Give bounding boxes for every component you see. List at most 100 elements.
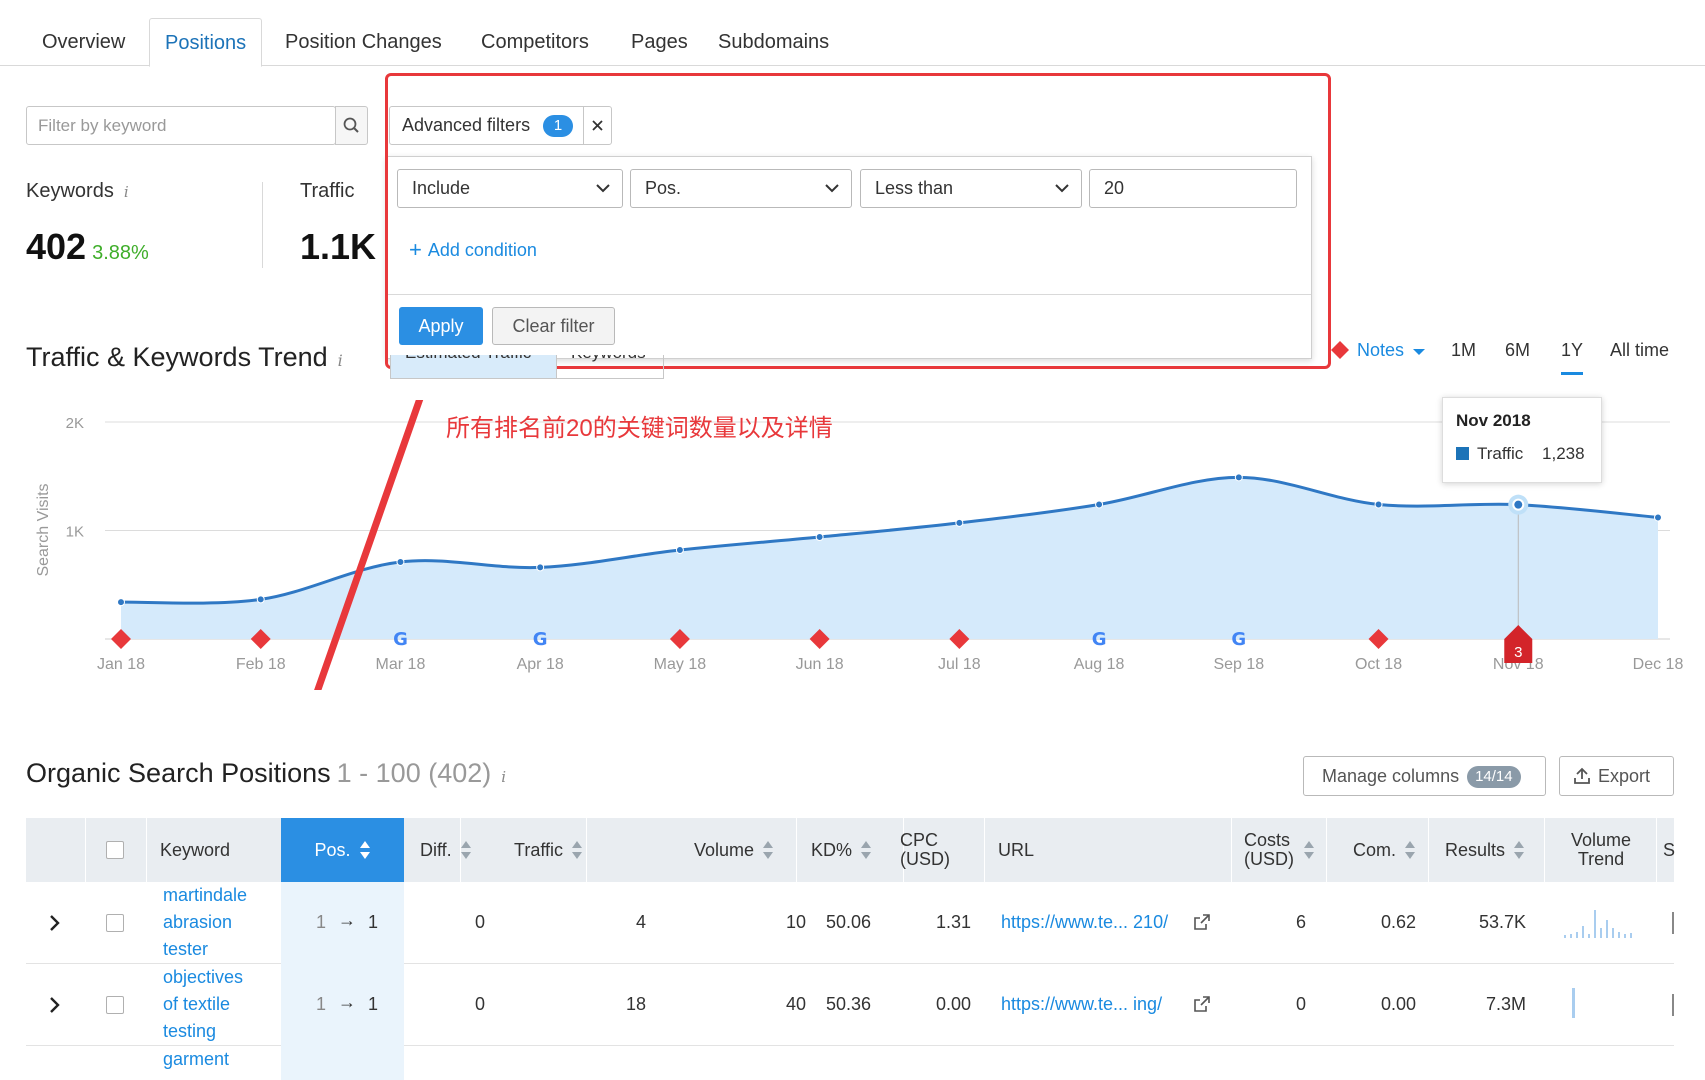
data-point: [815, 533, 824, 542]
tab-keywords[interactable]: Keywords: [571, 355, 646, 363]
keyword-line: martindale: [163, 885, 248, 905]
info-icon[interactable]: i: [124, 183, 129, 201]
traffic-label-text: Traffic: [300, 180, 355, 202]
external-link-icon[interactable]: [1194, 914, 1210, 930]
cpc-value: 0.00: [935, 994, 971, 1014]
trend-mini-tabs: Estimated Traffic Keywords: [390, 355, 664, 379]
column-results[interactable]: Results: [1445, 818, 1525, 882]
data-point: [675, 546, 684, 555]
data-point: [536, 563, 545, 572]
tab-competitors[interactable]: Competitors: [466, 18, 604, 66]
arrow-right-icon: →: [338, 910, 356, 930]
x-tick-label: Apr 18: [517, 656, 564, 673]
diff-value: 0: [475, 994, 486, 1014]
range-6m[interactable]: 6M: [1505, 340, 1530, 361]
table-header: Keyword Pos. Diff. Traffic Volume KD% CP…: [26, 818, 1675, 882]
sort-icon: [861, 841, 872, 859]
column-volume[interactable]: Volume: [694, 818, 774, 882]
keywords-label-text: Keywords: [26, 180, 114, 202]
com-value: 0.00: [1380, 994, 1416, 1014]
url-link[interactable]: https://www.te... 210/: [1001, 912, 1168, 933]
column-url[interactable]: URL: [998, 818, 1034, 882]
highlight-box: [385, 73, 1331, 369]
sort-icon: [1405, 841, 1416, 859]
x-tick-label: Oct 18: [1355, 656, 1402, 673]
tab-position-changes[interactable]: Position Changes: [270, 18, 457, 66]
manage-columns-count: 14/14: [1467, 766, 1521, 788]
com-value: 0.62: [1380, 912, 1416, 932]
search-button[interactable]: [335, 106, 368, 145]
external-link-icon[interactable]: [1194, 996, 1210, 1012]
keyword-link[interactable]: martindale abrasion tester: [163, 882, 273, 963]
chevron-right-icon[interactable]: [48, 996, 60, 1014]
info-icon[interactable]: i: [338, 351, 343, 370]
row-checkbox[interactable]: [106, 996, 124, 1014]
table-row[interactable]: objectives of textile testing 1 → 1 0 18…: [26, 964, 1674, 1046]
manage-columns-button[interactable]: Manage columns 14/14: [1303, 756, 1546, 796]
chevron-right-icon[interactable]: [48, 914, 60, 932]
organic-title-text: Organic Search Positions: [26, 758, 331, 788]
report-tabs: Overview Positions Position Changes Comp…: [0, 0, 1705, 67]
results-value: 7.3M: [1485, 994, 1526, 1014]
x-tick-label: Dec 18: [1633, 656, 1684, 673]
column-com[interactable]: Com.: [1353, 818, 1416, 882]
keyword-link[interactable]: objectives of textile testing: [163, 964, 273, 1045]
column-costs[interactable]: Costs (USD): [1244, 818, 1310, 882]
x-tick-label: May 18: [654, 656, 707, 673]
tab-positions[interactable]: Positions: [149, 18, 263, 67]
keyword-filter-input[interactable]: Filter by keyword: [26, 106, 336, 145]
keyword-line: objectives: [163, 967, 244, 987]
tab-estimated-traffic[interactable]: Estimated Traffic: [405, 355, 531, 363]
range-all-time[interactable]: All time: [1610, 340, 1669, 361]
column-serp-label: S: [1663, 839, 1676, 860]
keyword-link[interactable]: garment: [163, 1046, 273, 1073]
results-value: 53.7K: [1478, 912, 1526, 932]
notes-count-badge: 3: [1514, 644, 1522, 661]
stat-divider: [262, 182, 263, 268]
keyword-line: testing: [163, 1021, 217, 1041]
column-pos[interactable]: Pos.: [281, 818, 404, 882]
organic-range: 1 - 100 (402): [336, 758, 492, 788]
google-update-icon: G: [1092, 629, 1107, 650]
column-traffic[interactable]: Traffic: [514, 818, 583, 882]
tab-overview[interactable]: Overview: [27, 18, 140, 66]
x-tick-label: Mar 18: [376, 656, 426, 673]
table-row[interactable]: martindale abrasion tester 1 → 1 0 4 10 …: [26, 882, 1674, 964]
column-keyword[interactable]: Keyword: [160, 818, 230, 882]
column-results-label: Results: [1445, 839, 1506, 860]
row-checkbox[interactable]: [106, 914, 124, 932]
sort-icon: [1514, 841, 1525, 859]
export-button[interactable]: Export: [1559, 756, 1674, 796]
tab-subdomains[interactable]: Subdomains: [703, 18, 844, 66]
data-point: [396, 557, 405, 566]
notes-dropdown[interactable]: Notes: [1357, 340, 1426, 361]
keyword-line: of textile: [163, 994, 231, 1014]
column-kd[interactable]: KD%: [811, 818, 872, 882]
range-1y[interactable]: 1Y: [1561, 340, 1583, 361]
note-diamond-icon: [1331, 341, 1349, 359]
column-kd-label: KD%: [811, 839, 853, 860]
column-serp[interactable]: S: [1663, 818, 1675, 882]
url-link[interactable]: https://www.te... ing/: [1001, 994, 1162, 1015]
cpc-value: 1.31: [935, 912, 971, 932]
trend-title-text: Traffic & Keywords Trend: [26, 342, 328, 372]
column-diff[interactable]: Diff.: [420, 818, 472, 882]
y-tick-label: 1K: [66, 524, 84, 541]
x-tick-label: Aug 18: [1074, 656, 1125, 673]
table-row[interactable]: garment: [26, 1046, 1674, 1080]
tooltip-series: Traffic: [1477, 444, 1524, 463]
traffic-value: 18: [625, 994, 646, 1014]
column-cpc[interactable]: CPC (USD): [900, 818, 964, 882]
annotation-text: 所有排名前20的关键词数量以及详情: [446, 415, 833, 442]
range-1m[interactable]: 1M: [1451, 340, 1476, 361]
column-pos-label: Pos.: [314, 839, 351, 860]
sort-icon: [460, 841, 471, 859]
info-icon[interactable]: i: [501, 768, 506, 786]
data-point: [1512, 498, 1525, 511]
y-tick-label: 2K: [66, 415, 84, 432]
select-all-checkbox[interactable]: [106, 841, 124, 859]
column-volume-trend[interactable]: Volume Trend: [1561, 818, 1641, 882]
tab-pages[interactable]: Pages: [616, 18, 703, 66]
caret-down-icon: [1413, 349, 1426, 355]
series-area: [121, 477, 1658, 639]
